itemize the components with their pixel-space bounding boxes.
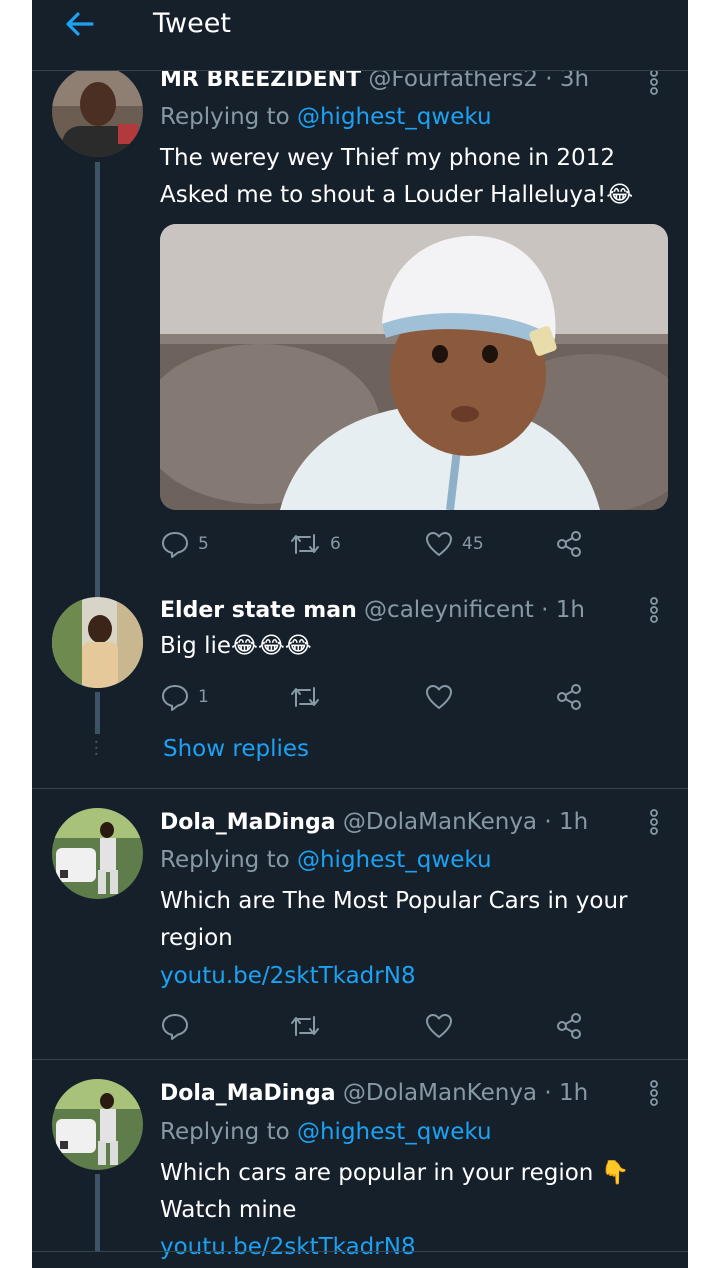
vertical-dots-icon (650, 809, 658, 835)
replying-to: Replying to @highest_qweku (160, 845, 492, 875)
avatar[interactable] (52, 597, 143, 688)
avatar-photo (52, 66, 143, 157)
tweet-image[interactable] (160, 224, 668, 510)
avatar-photo (52, 808, 143, 899)
retweet-button[interactable]: 6 (288, 528, 341, 560)
vertical-dots-icon (650, 1080, 658, 1106)
timestamp: · 1h (541, 597, 585, 623)
tweet-actions: 5 6 45 (160, 528, 600, 560)
heart-icon (426, 1014, 452, 1038)
reply-count: 5 (198, 534, 209, 554)
heart-icon (426, 532, 452, 556)
tweet-text-line: region (160, 925, 233, 951)
tweet-actions (160, 1010, 600, 1042)
speech-bubble-icon (162, 685, 188, 711)
share-button[interactable] (554, 528, 584, 560)
bottom-edge (32, 1251, 688, 1252)
timestamp: · 1h (544, 809, 589, 835)
handle[interactable]: @caleynificent (364, 597, 534, 623)
handle[interactable]: @DolaManKenya (343, 809, 537, 835)
tweet-text: The werey wey Thief my phone in 2012 Ask… (160, 140, 640, 214)
arrow-left-icon (66, 12, 94, 36)
avatar[interactable] (52, 808, 143, 899)
tweet-header: Dola_MaDinga @DolaManKenya · 1h (160, 807, 588, 838)
reply-button[interactable]: 5 (160, 528, 209, 560)
thread-line (95, 1174, 100, 1252)
tweet-actions: 1 (160, 681, 600, 713)
replying-label: Replying to (160, 104, 297, 130)
retweet-button[interactable] (288, 681, 322, 713)
back-button[interactable] (62, 6, 98, 42)
display-name[interactable]: Dola_MaDinga (160, 810, 336, 835)
vertical-dots-icon (650, 597, 658, 623)
tweet-text-line: The werey wey Thief my phone in 2012 (160, 145, 615, 171)
replying-label: Replying to (160, 847, 297, 873)
show-replies-link[interactable]: Show replies (163, 734, 309, 764)
retweet-icon (291, 687, 319, 707)
tweet-text-line: Big lie😂😂😂 (160, 633, 312, 659)
speech-bubble-icon (162, 1014, 188, 1040)
baby-photo (160, 224, 668, 510)
youtube-link[interactable]: youtu.be/2sktTkadrN8 (160, 961, 416, 991)
more-options-button[interactable] (644, 1079, 664, 1107)
share-icon (557, 531, 581, 557)
tweet-text-line: Which cars are popular in your region 👇 (160, 1160, 630, 1186)
tweet-screen: Tweet MR BREEZIDENT @Fourfathers2 · 3h R… (32, 0, 688, 1268)
retweet-icon (291, 1016, 319, 1036)
youtube-link[interactable]: youtu.be/2sktTkadrN8 (160, 1232, 416, 1262)
handle[interactable]: @DolaManKenya (343, 1080, 537, 1106)
share-icon (557, 1013, 581, 1039)
mention-link[interactable]: @highest_qweku (297, 1119, 492, 1145)
speech-bubble-icon (162, 532, 188, 558)
share-button[interactable] (554, 681, 584, 713)
replying-label: Replying to (160, 1119, 297, 1145)
avatar-photo (52, 1079, 143, 1170)
avatar-photo (52, 597, 143, 688)
thread-line (95, 692, 100, 734)
vertical-dots-icon (650, 69, 658, 95)
display-name[interactable]: Dola_MaDinga (160, 1081, 336, 1106)
more-options-button[interactable] (644, 596, 664, 624)
thread-line (95, 162, 100, 600)
share-button[interactable] (554, 1010, 584, 1042)
avatar[interactable] (52, 1079, 143, 1170)
replying-to: Replying to @highest_qweku (160, 102, 492, 132)
replying-to: Replying to @highest_qweku (160, 1117, 492, 1147)
more-options-button[interactable] (644, 808, 664, 836)
tweet-text: Which cars are popular in your region 👇 … (160, 1155, 640, 1229)
divider (32, 1059, 688, 1060)
retweet-icon (291, 534, 319, 554)
tweet-header: Dola_MaDinga @DolaManKenya · 1h (160, 1078, 588, 1109)
timestamp: · 1h (544, 1080, 589, 1106)
share-icon (557, 684, 581, 710)
like-button[interactable]: 45 (424, 528, 484, 560)
tweet-text: Which are The Most Popular Cars in your … (160, 883, 640, 957)
tweet-header: Elder state man @caleynificent · 1h (160, 595, 585, 626)
tweet-text-line: Which are The Most Popular Cars in your (160, 888, 628, 914)
tweet-text-line: Watch mine (160, 1197, 297, 1223)
retweet-button[interactable] (288, 1010, 322, 1042)
avatar[interactable] (52, 66, 143, 157)
like-button[interactable] (424, 681, 454, 713)
tweet-text: Big lie😂😂😂 (160, 628, 640, 665)
like-count: 45 (462, 534, 484, 554)
display-name[interactable]: Elder state man (160, 598, 357, 623)
reply-count: 1 (198, 687, 209, 707)
more-options-button[interactable] (644, 68, 664, 96)
reply-button[interactable] (160, 1010, 190, 1042)
mention-link[interactable]: @highest_qweku (297, 847, 492, 873)
page-title: Tweet (153, 8, 231, 39)
retweet-count: 6 (330, 534, 341, 554)
mention-link[interactable]: @highest_qweku (297, 104, 492, 130)
app-header: Tweet (32, 0, 688, 71)
like-button[interactable] (424, 1010, 454, 1042)
thread-dots: • • • (94, 738, 99, 759)
heart-icon (426, 685, 452, 709)
reply-button[interactable]: 1 (160, 681, 209, 713)
tweet-text-line: Asked me to shout a Louder Halleluya!😂 (160, 182, 634, 208)
divider (32, 788, 688, 789)
